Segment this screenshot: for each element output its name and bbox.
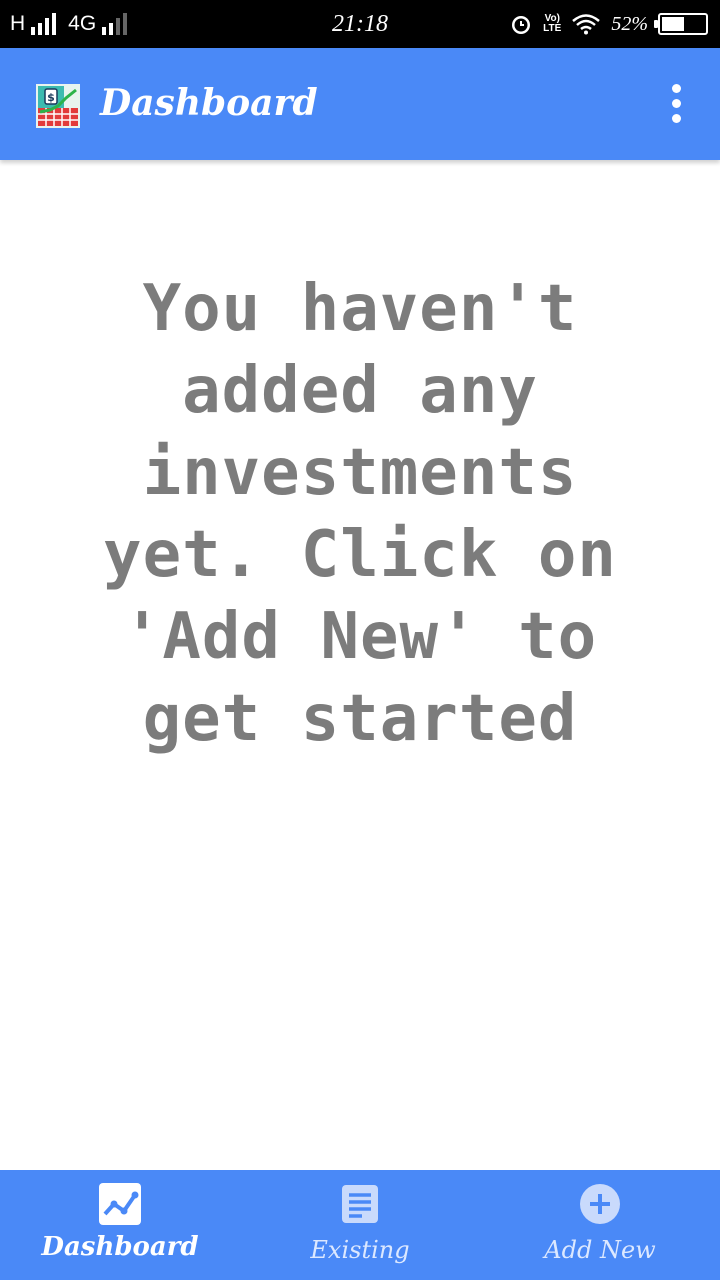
nav-item-dashboard[interactable]: Dashboard bbox=[0, 1170, 240, 1280]
trending-chart-icon bbox=[99, 1183, 141, 1225]
page-title: Dashboard bbox=[100, 82, 318, 124]
nav-label-dashboard: Dashboard bbox=[41, 1232, 199, 1262]
battery-percentage: 52% bbox=[611, 12, 648, 35]
menu-dot bbox=[671, 98, 681, 108]
menu-dot bbox=[671, 83, 681, 93]
empty-state-message: You haven't added any investments yet. C… bbox=[103, 272, 617, 756]
more-vert-icon[interactable] bbox=[660, 76, 692, 130]
add-circle-icon bbox=[580, 1184, 620, 1224]
battery-level bbox=[662, 17, 684, 31]
nav-label-add-new: Add New bbox=[544, 1236, 656, 1264]
menu-dot bbox=[671, 113, 681, 123]
document-list-icon bbox=[342, 1185, 378, 1223]
investment-chart-icon: $ bbox=[36, 84, 80, 128]
status-icons: Vo) LTE 52% bbox=[509, 0, 708, 48]
volte-icon: Vo) LTE bbox=[543, 13, 562, 34]
nav-item-existing[interactable]: Existing bbox=[240, 1170, 480, 1280]
wifi-icon bbox=[572, 14, 601, 35]
svg-text:$: $ bbox=[47, 91, 55, 104]
battery-icon bbox=[654, 13, 708, 35]
nav-item-add-new[interactable]: Add New bbox=[480, 1170, 720, 1280]
app-bar: $ Dashboard bbox=[0, 48, 720, 160]
alarm-icon bbox=[512, 16, 531, 34]
status-bar: H 4G 21:18 Vo) LTE 52% bbox=[0, 0, 720, 48]
nav-label-existing: Existing bbox=[310, 1236, 410, 1264]
bottom-navigation: Dashboard Existing Add New bbox=[0, 1170, 720, 1280]
